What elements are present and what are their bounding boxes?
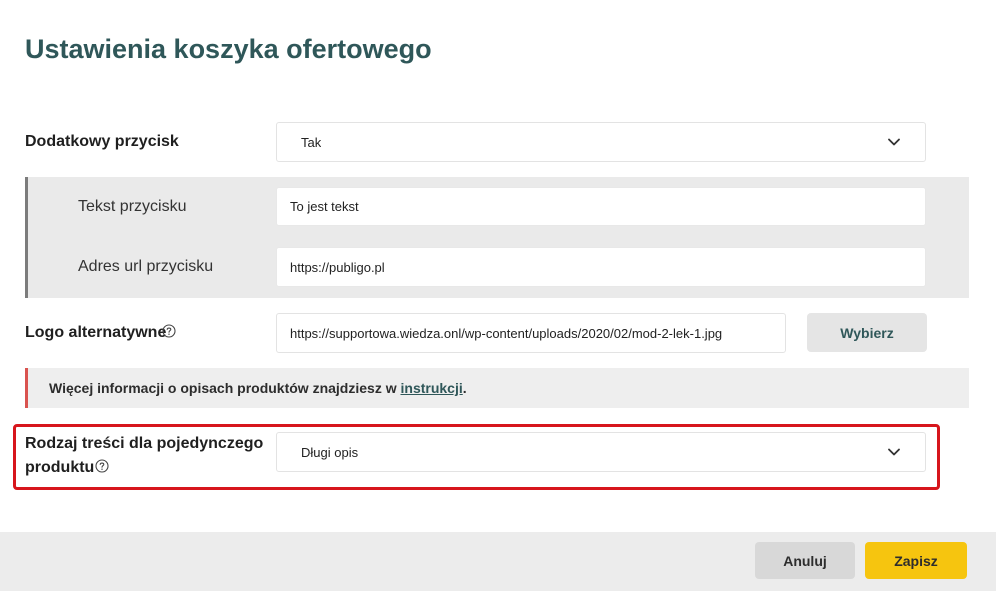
button-text-input[interactable]: To jest tekst [276,187,926,226]
alt-logo-input[interactable]: https://supportowa.wiedza.onl/wp-content… [276,313,786,353]
cancel-button[interactable]: Anuluj [755,542,855,579]
extra-button-select[interactable]: Tak [276,122,926,162]
instructions-link[interactable]: instrukcji [401,380,463,396]
alt-logo-label: Logo alternatywne [25,324,167,341]
dialog-footer: Anuluj Zapisz [0,532,996,591]
button-url-input[interactable]: https://publigo.pl [276,247,926,287]
button-text-label: Tekst przycisku [78,198,187,215]
settings-page: Ustawienia koszyka ofertowego Dodatkowy … [0,0,996,591]
content-type-label-line1: Rodzaj treści dla pojedynczego [25,435,264,452]
button-url-label: Adres url przycisku [78,258,214,275]
info-notice: Więcej informacji o opisach produktów zn… [25,368,969,408]
notice-text-end: . [462,380,467,396]
button-text-value: To jest tekst [290,199,359,214]
content-type-select[interactable]: Długi opis [276,432,926,472]
page-title: Ustawienia koszyka ofertowego [25,34,432,64]
alt-logo-value: https://supportowa.wiedza.onl/wp-content… [290,325,723,341]
chevron-down-icon [888,448,900,456]
extra-button-value: Tak [301,134,322,150]
button-url-value: https://publigo.pl [290,259,385,275]
question-circle-icon[interactable] [162,324,176,338]
choose-logo-button[interactable]: Wybierz [807,313,927,352]
chevron-down-icon [888,138,900,146]
content-type-label-line2: produktu [25,459,95,476]
save-button[interactable]: Zapisz [865,542,967,579]
question-circle-icon[interactable] [95,459,109,473]
content-type-value: Długi opis [301,444,359,460]
extra-button-label: Dodatkowy przycisk [25,133,179,150]
notice-text: Więcej informacji o opisach produktów zn… [49,380,397,396]
